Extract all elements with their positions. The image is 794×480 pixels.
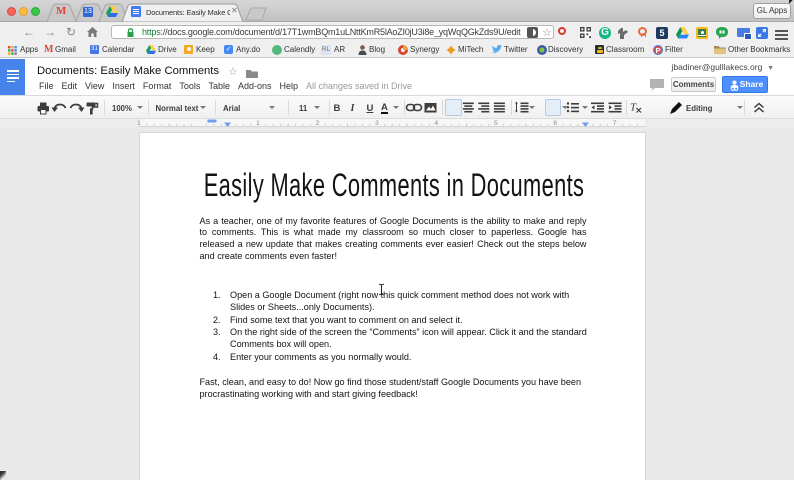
svg-text:P: P: [655, 45, 660, 54]
svg-text:6: 6: [553, 120, 557, 127]
svg-text:1: 1: [256, 120, 260, 127]
svg-text:5: 5: [494, 120, 498, 127]
svg-text:3: 3: [375, 120, 379, 127]
svg-text:4: 4: [434, 120, 438, 127]
svg-text:7: 7: [613, 120, 617, 127]
svg-text:1: 1: [137, 120, 141, 127]
svg-text:2: 2: [316, 120, 320, 127]
svg-text:T: T: [630, 102, 637, 114]
